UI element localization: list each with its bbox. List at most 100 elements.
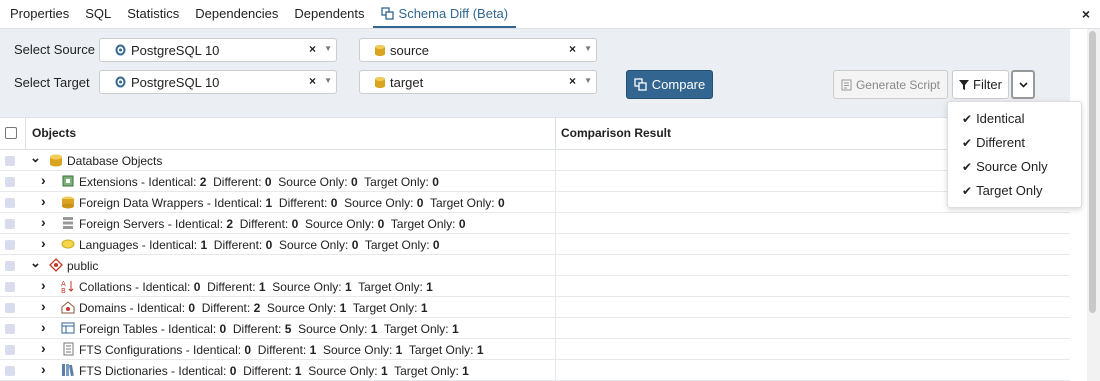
identical-count: 0 bbox=[244, 343, 252, 357]
tab-dependents[interactable]: Dependents bbox=[286, 6, 372, 28]
filter-option-source-only[interactable]: ✔ Source Only bbox=[962, 159, 1048, 174]
tree-row[interactable]: › Foreign Tables - Identical: 0 Different… bbox=[0, 318, 1070, 339]
clear-icon[interactable]: × bbox=[569, 74, 576, 88]
chevron-right-icon[interactable]: › bbox=[41, 319, 46, 335]
target-only-count: 0 bbox=[497, 196, 505, 210]
clear-icon[interactable]: × bbox=[309, 42, 316, 56]
column-objects-header[interactable]: Objects bbox=[32, 126, 76, 140]
chevron-down-icon[interactable] bbox=[584, 44, 592, 53]
foreign-table-icon bbox=[61, 322, 75, 334]
target-only-label: Target Only: bbox=[408, 343, 474, 357]
postgres-icon bbox=[115, 44, 126, 55]
target-only-count: 0 bbox=[458, 217, 466, 231]
extension-icon bbox=[62, 175, 74, 187]
chevron-down-icon[interactable] bbox=[324, 76, 332, 85]
source-only-count: 1 bbox=[344, 280, 352, 294]
tree-row[interactable]: › FTS Configurations - Identical: 0 Diffe… bbox=[0, 339, 1070, 360]
check-icon: ✔ bbox=[962, 135, 973, 150]
tab-statistics[interactable]: Statistics bbox=[119, 6, 187, 28]
tree-row[interactable]: › Foreign Servers - Identical: 2 Differen… bbox=[0, 213, 1070, 234]
chevron-right-icon[interactable]: › bbox=[41, 277, 46, 293]
filter-option-target-only[interactable]: ✔ Target Only bbox=[962, 183, 1043, 198]
compare-button-label: Compare bbox=[651, 77, 706, 92]
tree-row[interactable]: › FTS Dictionaries - Identical: 0 Differe… bbox=[0, 360, 1070, 381]
identical-count: 0 bbox=[193, 280, 201, 294]
object-name: Collations - bbox=[79, 280, 143, 294]
tree-row[interactable]: › Extensions - Identical: 2 Different: 0 … bbox=[0, 171, 1070, 192]
row-checkbox[interactable] bbox=[5, 282, 15, 292]
clear-icon[interactable]: × bbox=[569, 42, 576, 56]
close-icon[interactable]: × bbox=[1082, 6, 1090, 22]
select-all-checkbox[interactable] bbox=[5, 127, 17, 139]
tab-dependencies[interactable]: Dependencies bbox=[187, 6, 286, 28]
postgres-icon bbox=[115, 76, 126, 87]
identical-count: 0 bbox=[219, 322, 227, 336]
identical-label: Identical: bbox=[178, 364, 227, 378]
chevron-right-icon[interactable]: › bbox=[41, 214, 46, 230]
tree-row[interactable]: ⌄ public bbox=[0, 255, 1070, 276]
tree-row-label: public bbox=[67, 259, 98, 273]
target-database-select[interactable]: target × bbox=[359, 70, 597, 94]
schema-diff-icon bbox=[380, 7, 394, 20]
tree-row[interactable]: ⌄ Database Objects bbox=[0, 150, 1070, 171]
chevron-right-icon[interactable]: › bbox=[41, 235, 46, 251]
fts-config-icon bbox=[63, 342, 74, 356]
filter-button[interactable]: Filter bbox=[952, 70, 1009, 99]
chevron-right-icon[interactable]: › bbox=[41, 298, 46, 314]
row-checkbox[interactable] bbox=[5, 177, 15, 187]
source-only-count: 0 bbox=[377, 217, 385, 231]
clear-icon[interactable]: × bbox=[309, 74, 316, 88]
different-label: Different: bbox=[201, 301, 251, 315]
identical-count: 0 bbox=[188, 301, 196, 315]
target-only-count: 0 bbox=[432, 238, 440, 252]
row-checkbox[interactable] bbox=[5, 240, 15, 250]
tab-sql[interactable]: SQL bbox=[77, 6, 119, 28]
chevron-down-icon[interactable]: ⌄ bbox=[30, 255, 41, 271]
target-server-select[interactable]: PostgreSQL 10 × bbox=[99, 70, 337, 94]
tree-row-label: Database Objects bbox=[67, 154, 162, 168]
compare-button[interactable]: Compare bbox=[626, 70, 713, 99]
row-checkbox[interactable] bbox=[5, 345, 15, 355]
scrollbar-thumb[interactable] bbox=[1089, 31, 1096, 313]
object-name: Database Objects bbox=[67, 154, 163, 168]
tree-row[interactable]: › Foreign Data Wrappers - Identical: 1 Di… bbox=[0, 192, 1070, 213]
chevron-down-icon[interactable] bbox=[324, 44, 332, 53]
tree-row[interactable]: › Languages - Identical: 1 Different: 0 S… bbox=[0, 234, 1070, 255]
different-label: Different: bbox=[207, 280, 256, 294]
row-checkbox[interactable] bbox=[5, 303, 15, 313]
chevron-right-icon[interactable]: › bbox=[41, 193, 46, 209]
source-server-select[interactable]: PostgreSQL 10 × bbox=[99, 38, 337, 62]
identical-label: Identical: bbox=[148, 175, 197, 189]
source-only-label: Source Only: bbox=[344, 196, 414, 210]
chevron-down-icon[interactable]: ⌄ bbox=[30, 150, 41, 166]
row-checkbox[interactable] bbox=[5, 324, 15, 334]
row-checkbox[interactable] bbox=[5, 198, 15, 208]
row-checkbox[interactable] bbox=[5, 156, 15, 166]
tab-properties[interactable]: Properties bbox=[2, 6, 77, 28]
target-only-count: 0 bbox=[432, 175, 439, 189]
filter-option-different[interactable]: ✔ Different bbox=[962, 135, 1025, 150]
identical-label: Identical: bbox=[137, 301, 186, 315]
chevron-right-icon[interactable]: › bbox=[41, 172, 46, 188]
chevron-down-icon[interactable] bbox=[584, 76, 592, 85]
chevron-right-icon[interactable]: › bbox=[41, 340, 46, 356]
chevron-right-icon[interactable]: › bbox=[41, 361, 46, 377]
tree-row[interactable]: › A B Collations - Identical: 0 Different: … bbox=[0, 276, 1070, 297]
source-database-select[interactable]: source × bbox=[359, 38, 597, 62]
filter-option-identical[interactable]: ✔ Identical bbox=[962, 111, 1024, 126]
column-result-header[interactable]: Comparison Result bbox=[561, 126, 671, 140]
target-only-label: Target Only: bbox=[390, 217, 456, 231]
tree-row[interactable]: › Domains - Identical: 0 Different: 2 Sou… bbox=[0, 297, 1070, 318]
row-checkbox[interactable] bbox=[5, 219, 15, 229]
generate-script-button[interactable]: Generate Script bbox=[833, 70, 948, 99]
identical-label: Identical: bbox=[142, 280, 191, 294]
tab-schema-diff[interactable]: Schema Diff (Beta) bbox=[372, 6, 517, 28]
row-checkbox[interactable] bbox=[5, 366, 15, 376]
tree-row-label: Extensions - Identical: 2 Different: 0 S… bbox=[79, 175, 439, 189]
target-only-label: Target Only: bbox=[429, 196, 495, 210]
different-label: Different: bbox=[243, 364, 292, 378]
filter-dropdown-button[interactable] bbox=[1011, 70, 1035, 99]
row-checkbox[interactable] bbox=[5, 261, 15, 271]
object-name: Foreign Servers - bbox=[79, 217, 176, 231]
script-icon bbox=[841, 79, 852, 90]
